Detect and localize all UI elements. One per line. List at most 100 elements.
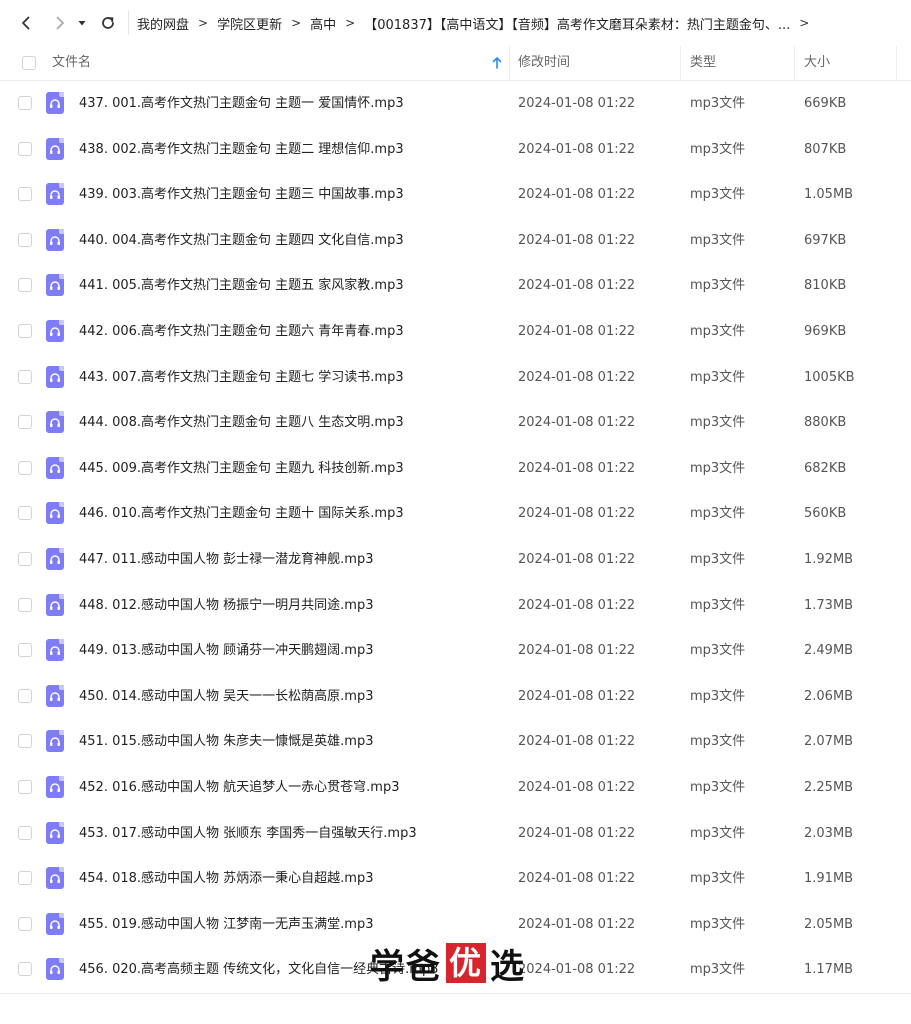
column-header-modified[interactable]: 修改时间 xyxy=(518,46,570,80)
file-row[interactable]: 451. 015.感动中国人物 朱彦夫一慷慨是英雄.mp3 2024-01-08 … xyxy=(0,719,911,765)
row-checkbox[interactable] xyxy=(18,871,32,886)
file-row[interactable]: 438. 002.高考作文热门主题金句 主题二 理想信仰.mp3 2024-01-… xyxy=(0,127,911,173)
row-checkbox[interactable] xyxy=(18,323,32,338)
row-checkbox[interactable] xyxy=(18,460,32,475)
file-row[interactable]: 454. 018.感动中国人物 苏炳添一秉心自超越.mp3 2024-01-08 … xyxy=(0,856,911,902)
file-modified-time: 2024-01-08 01:22 xyxy=(518,278,636,294)
file-row[interactable]: 446. 010.高考作文热门主题金句 主题十 国际关系.mp3 2024-01-… xyxy=(0,491,911,537)
file-name[interactable]: 444. 008.高考作文热门主题金句 主题八 生态文明.mp3 xyxy=(79,400,404,446)
row-checkbox[interactable] xyxy=(18,825,32,840)
file-type: mp3文件 xyxy=(690,688,746,704)
file-name[interactable]: 450. 014.感动中国人物 吴天一一长松荫高原.mp3 xyxy=(79,674,373,720)
file-name[interactable]: 454. 018.感动中国人物 苏炳添一秉心自超越.mp3 xyxy=(79,856,373,902)
file-type: mp3文件 xyxy=(690,278,746,294)
row-checkbox[interactable] xyxy=(18,643,32,658)
column-header-name[interactable]: 文件名 xyxy=(52,46,91,80)
row-checkbox[interactable] xyxy=(18,551,32,566)
file-size: 682KB xyxy=(804,460,847,476)
file-size: 2.49MB xyxy=(804,643,854,659)
file-name[interactable]: 441. 005.高考作文热门主题金句 主题五 家风家教.mp3 xyxy=(79,263,404,309)
row-checkbox[interactable] xyxy=(18,187,32,202)
row-checkbox[interactable] xyxy=(18,506,32,521)
file-row[interactable]: 450. 014.感动中国人物 吴天一一长松荫高原.mp3 2024-01-08 … xyxy=(0,674,911,720)
file-row[interactable]: 441. 005.高考作文热门主题金句 主题五 家风家教.mp3 2024-01-… xyxy=(0,263,911,309)
file-name[interactable]: 438. 002.高考作文热门主题金句 主题二 理想信仰.mp3 xyxy=(79,127,404,173)
audio-file-icon xyxy=(46,411,64,434)
file-name[interactable]: 447. 011.感动中国人物 彭士禄一潜龙育神舰.mp3 xyxy=(79,537,373,583)
file-name[interactable]: 446. 010.高考作文热门主题金句 主题十 国际关系.mp3 xyxy=(79,491,404,537)
row-checkbox[interactable] xyxy=(18,278,32,293)
row-checkbox[interactable] xyxy=(18,141,32,156)
audio-file-icon xyxy=(46,593,64,616)
file-size: 1.91MB xyxy=(804,871,854,887)
audio-file-icon xyxy=(46,456,64,479)
file-name[interactable]: 439. 003.高考作文热门主题金句 主题三 中国故事.mp3 xyxy=(79,172,404,218)
row-checkbox[interactable] xyxy=(18,779,32,794)
history-dropdown-button[interactable] xyxy=(74,9,90,37)
file-name[interactable]: 445. 009.高考作文热门主题金句 主题九 科技创新.mp3 xyxy=(79,446,404,492)
file-name[interactable]: 449. 013.感动中国人物 顾诵芬一冲天鹏翅阔.mp3 xyxy=(79,628,373,674)
row-checkbox[interactable] xyxy=(18,232,32,247)
breadcrumb-item-current-folder[interactable]: 【001837】【高中语文】【音频】高考作文磨耳朵素材：热门主题金句、... xyxy=(364,14,790,33)
breadcrumb-item-my-drive[interactable]: 我的网盘 xyxy=(137,14,189,33)
column-header-size[interactable]: 大小 xyxy=(804,46,830,80)
file-modified-time: 2024-01-08 01:22 xyxy=(518,779,636,795)
row-checkbox[interactable] xyxy=(18,916,32,931)
sort-asc-arrow-icon[interactable] xyxy=(492,57,502,69)
row-checkbox[interactable] xyxy=(18,688,32,703)
file-name[interactable]: 437. 001.高考作文热门主题金句 主题一 爱国情怀.mp3 xyxy=(79,81,404,127)
row-checkbox[interactable] xyxy=(18,734,32,749)
file-row[interactable]: 452. 016.感动中国人物 航天追梦人一赤心贯苍穹.mp3 2024-01-0… xyxy=(0,765,911,811)
file-type: mp3文件 xyxy=(690,643,746,659)
file-modified-time: 2024-01-08 01:22 xyxy=(518,871,636,887)
file-size: 2.05MB xyxy=(804,916,854,932)
file-row[interactable]: 442. 006.高考作文热门主题金句 主题六 青年青春.mp3 2024-01-… xyxy=(0,309,911,355)
file-type: mp3文件 xyxy=(690,141,746,157)
file-name[interactable]: 451. 015.感动中国人物 朱彦夫一慷慨是英雄.mp3 xyxy=(79,719,373,765)
column-divider xyxy=(680,46,681,80)
column-divider xyxy=(794,46,795,80)
file-row[interactable]: 439. 003.高考作文热门主题金句 主题三 中国故事.mp3 2024-01-… xyxy=(0,172,911,218)
column-header-type[interactable]: 类型 xyxy=(690,46,716,80)
file-row[interactable]: 444. 008.高考作文热门主题金句 主题八 生态文明.mp3 2024-01-… xyxy=(0,400,911,446)
row-checkbox[interactable] xyxy=(18,415,32,430)
file-name[interactable]: 442. 006.高考作文热门主题金句 主题六 青年青春.mp3 xyxy=(79,309,404,355)
audio-file-icon xyxy=(46,274,64,297)
file-type: mp3文件 xyxy=(690,232,746,248)
file-modified-time: 2024-01-08 01:22 xyxy=(518,323,636,339)
select-all-checkbox[interactable] xyxy=(22,56,36,70)
refresh-button[interactable] xyxy=(94,9,122,37)
row-checkbox[interactable] xyxy=(18,597,32,612)
file-name[interactable]: 453. 017.感动中国人物 张顺东 李国秀一自强敏天行.mp3 xyxy=(79,811,417,857)
file-name[interactable]: 443. 007.高考作文热门主题金句 主题七 学习读书.mp3 xyxy=(79,355,404,401)
file-row[interactable]: 437. 001.高考作文热门主题金句 主题一 爱国情怀.mp3 2024-01-… xyxy=(0,81,911,127)
file-type: mp3文件 xyxy=(690,734,746,750)
breadcrumb-item-high-school[interactable]: 高中 xyxy=(310,14,336,33)
row-checkbox[interactable] xyxy=(18,369,32,384)
column-divider xyxy=(509,46,510,80)
file-name[interactable]: 448. 012.感动中国人物 杨振宁一明月共同途.mp3 xyxy=(79,583,373,629)
back-button[interactable] xyxy=(12,9,40,37)
file-size: 697KB xyxy=(804,232,847,248)
file-name[interactable]: 440. 004.高考作文热门主题金句 主题四 文化自信.mp3 xyxy=(79,218,404,264)
file-type: mp3文件 xyxy=(690,916,746,932)
file-row[interactable]: 443. 007.高考作文热门主题金句 主题七 学习读书.mp3 2024-01-… xyxy=(0,355,911,401)
file-size: 1.92MB xyxy=(804,551,854,567)
file-modified-time: 2024-01-08 01:22 xyxy=(518,551,636,567)
file-row[interactable]: 449. 013.感动中国人物 顾诵芬一冲天鹏翅阔.mp3 2024-01-08 … xyxy=(0,628,911,674)
watermark-text-right: 选 xyxy=(490,946,526,987)
file-name[interactable]: 455. 019.感动中国人物 江梦南一无声玉满堂.mp3 xyxy=(79,902,373,948)
row-checkbox[interactable] xyxy=(18,96,32,110)
file-modified-time: 2024-01-08 01:22 xyxy=(518,688,636,704)
file-name[interactable]: 452. 016.感动中国人物 航天追梦人一赤心贯苍穹.mp3 xyxy=(79,765,399,811)
file-row[interactable]: 447. 011.感动中国人物 彭士禄一潜龙育神舰.mp3 2024-01-08 … xyxy=(0,537,911,583)
file-row[interactable]: 448. 012.感动中国人物 杨振宁一明月共同途.mp3 2024-01-08 … xyxy=(0,583,911,629)
refresh-icon xyxy=(102,17,114,29)
forward-button[interactable] xyxy=(46,9,74,37)
breadcrumb-item-academy-updates[interactable]: 学院区更新 xyxy=(217,14,282,33)
file-list: 437. 001.高考作文热门主题金句 主题一 爱国情怀.mp3 2024-01-… xyxy=(0,81,911,993)
file-row[interactable]: 445. 009.高考作文热门主题金句 主题九 科技创新.mp3 2024-01-… xyxy=(0,446,911,492)
file-row[interactable]: 453. 017.感动中国人物 张顺东 李国秀一自强敏天行.mp3 2024-01… xyxy=(0,811,911,857)
row-checkbox[interactable] xyxy=(18,962,32,977)
file-row[interactable]: 440. 004.高考作文热门主题金句 主题四 文化自信.mp3 2024-01-… xyxy=(0,218,911,264)
